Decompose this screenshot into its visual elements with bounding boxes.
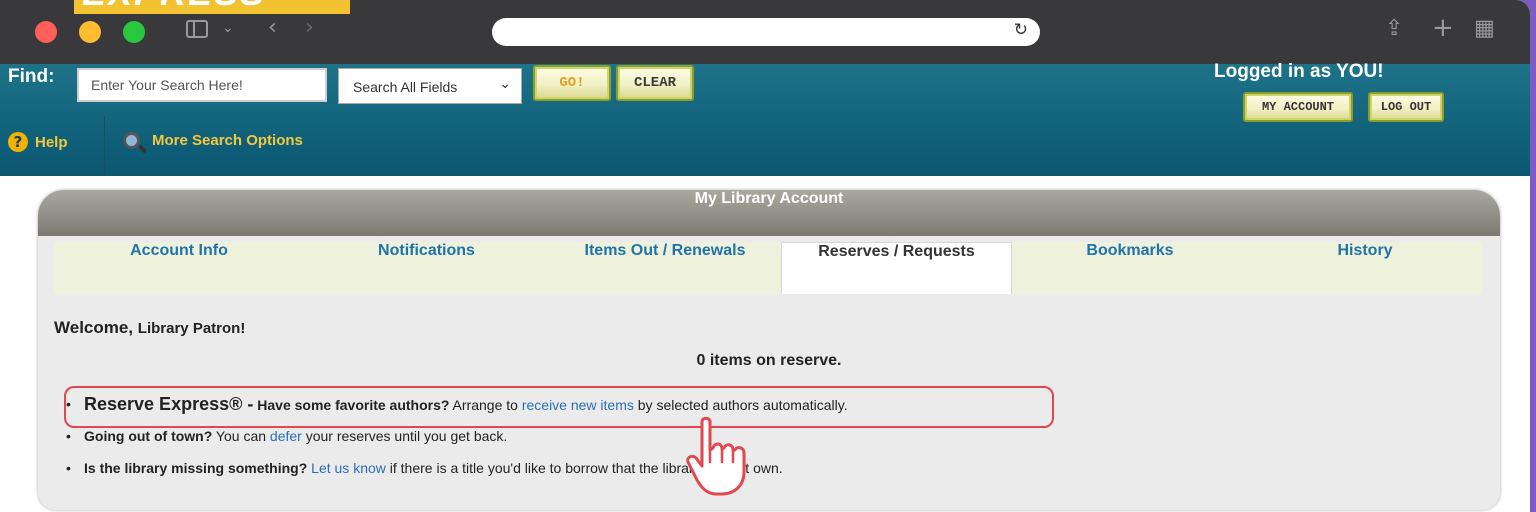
tab-overview-icon[interactable]: ▦: [1474, 16, 1495, 41]
catalog-header: Find: Search All Fields ⌄ GO! CLEAR Logg…: [0, 61, 1530, 176]
close-window-button[interactable]: [35, 21, 57, 43]
search-field-select[interactable]: Search All Fields ⌄: [338, 68, 522, 104]
find-label: Find:: [8, 66, 55, 87]
highlight-box: [64, 386, 1054, 428]
my-account-button[interactable]: MY ACCOUNT: [1243, 92, 1353, 122]
express-banner-text: EXPRESS: [82, 0, 266, 14]
welcome-message: Welcome, Library Patron!: [54, 318, 245, 338]
panel-title: My Library Account: [38, 190, 1500, 236]
tip-text: You can: [212, 428, 270, 444]
tab-history[interactable]: History: [1248, 242, 1482, 294]
tip-text: your reserves until you get back.: [301, 428, 508, 444]
go-button[interactable]: GO!: [533, 65, 611, 101]
help-icon: ?: [8, 132, 28, 152]
new-tab-icon[interactable]: +: [1432, 13, 1454, 43]
forward-icon[interactable]: ›: [305, 15, 314, 40]
help-label: Help: [35, 133, 68, 151]
zoom-window-button[interactable]: [123, 21, 145, 43]
tab-bookmarks[interactable]: Bookmarks: [1012, 242, 1248, 294]
tip-lead: Going out of town?: [84, 428, 213, 444]
back-icon[interactable]: ‹: [268, 15, 277, 40]
search-field-value: Search All Fields: [353, 79, 458, 95]
content-area: My Library Account Account Info Notifica…: [0, 176, 1530, 512]
defer-link[interactable]: defer: [270, 428, 302, 444]
pointer-hand-icon: [686, 416, 746, 496]
magnifier-icon: [123, 132, 140, 149]
browser-toolbar: EXPRESS ⌄ ‹ › ↻ ⇪ + ▦: [0, 0, 1530, 64]
minimize-window-button[interactable]: [79, 21, 101, 43]
logout-button[interactable]: LOG OUT: [1368, 92, 1444, 122]
nav-divider: [104, 116, 105, 174]
tip-lead: Is the library missing something?: [84, 460, 308, 476]
account-panel: My Library Account Account Info Notifica…: [38, 190, 1500, 510]
tab-reserves-requests[interactable]: Reserves / Requests: [781, 242, 1012, 294]
more-search-options-link[interactable]: More Search Options: [123, 132, 303, 149]
chevron-down-icon: ⌄: [499, 76, 511, 92]
browser-window: EXPRESS ⌄ ‹ › ↻ ⇪ + ▦ Find: Search All F…: [0, 0, 1530, 512]
let-us-know-link[interactable]: Let us know: [311, 460, 386, 476]
more-search-label: More Search Options: [152, 132, 303, 149]
welcome-prefix: Welcome,: [54, 318, 134, 337]
welcome-name: Library Patron!: [137, 320, 246, 337]
address-bar[interactable]: ↻: [492, 18, 1040, 46]
tab-account-info[interactable]: Account Info: [54, 242, 304, 294]
sidebar-icon[interactable]: [186, 20, 208, 38]
express-banner: EXPRESS: [74, 0, 350, 14]
tab-notifications[interactable]: Notifications: [304, 242, 549, 294]
reload-icon[interactable]: ↻: [1014, 20, 1028, 40]
tab-items-out-renewals[interactable]: Items Out / Renewals: [549, 242, 781, 294]
clear-button[interactable]: CLEAR: [616, 65, 694, 101]
share-icon[interactable]: ⇪: [1385, 16, 1403, 41]
logged-in-status: Logged in as YOU!: [1214, 61, 1384, 82]
help-link[interactable]: ? Help: [8, 132, 68, 152]
search-input[interactable]: [77, 68, 327, 102]
reserve-count: 0 items on reserve.: [696, 352, 842, 369]
account-tabs: Account Info Notifications Items Out / R…: [54, 242, 1482, 294]
chevron-down-icon[interactable]: ⌄: [222, 20, 234, 36]
